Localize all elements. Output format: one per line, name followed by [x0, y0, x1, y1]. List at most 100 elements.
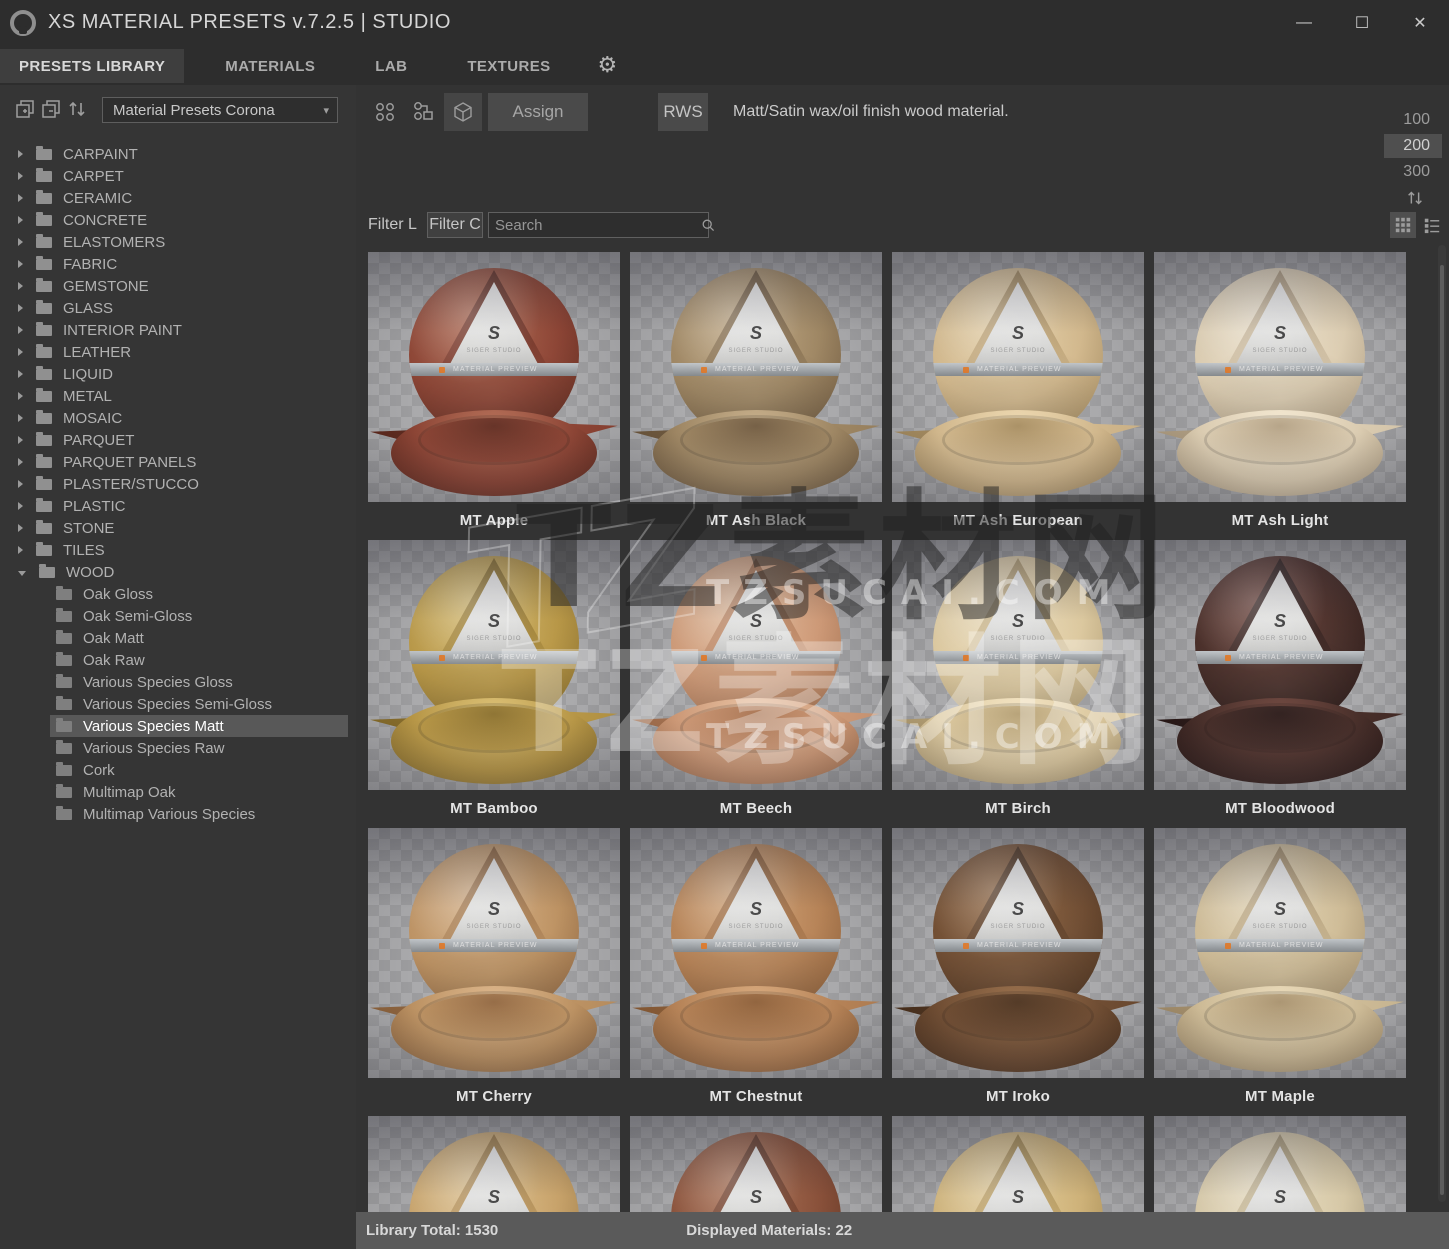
close-button[interactable]: ✕: [1391, 0, 1449, 45]
tree-item-oak-matt[interactable]: Oak Matt: [0, 627, 356, 649]
material-tile[interactable]: S SIGER STUDIO MATERIAL PREVIEW MT Birch: [892, 540, 1144, 828]
tree-category-glass[interactable]: GLASS: [0, 297, 356, 319]
chevron-collapsed-icon[interactable]: [18, 348, 23, 356]
material-tile[interactable]: S SIGER STUDIO MATERIAL PREVIEW MT Cherr…: [368, 828, 620, 1116]
material-preview-image: S SIGER STUDIO MATERIAL PREVIEW: [892, 828, 1144, 1078]
chevron-collapsed-icon[interactable]: [18, 480, 23, 488]
material-tile[interactable]: S SIGER STUDIO MATERIAL PREVIEW MT Iroko: [892, 828, 1144, 1116]
chevron-expanded-icon[interactable]: [18, 571, 26, 576]
tree-category-parquet[interactable]: PARQUET: [0, 429, 356, 451]
chevron-collapsed-icon[interactable]: [18, 238, 23, 246]
chevron-collapsed-icon[interactable]: [18, 392, 23, 400]
material-tile[interactable]: S SIGER STUDIO MATERIAL PREVIEW: [892, 1116, 1144, 1212]
tree-category-tiles[interactable]: TILES: [0, 539, 356, 561]
material-preview-image: S SIGER STUDIO MATERIAL PREVIEW: [368, 540, 620, 790]
tree-category-parquet-panels[interactable]: PARQUET PANELS: [0, 451, 356, 473]
size-option-300[interactable]: 300: [1384, 160, 1442, 184]
material-tile[interactable]: S SIGER STUDIO MATERIAL PREVIEW MT Chest…: [630, 828, 882, 1116]
folder-icon: [36, 193, 52, 204]
node-view-icon[interactable]: [404, 93, 442, 131]
tree-category-gemstone[interactable]: GEMSTONE: [0, 275, 356, 297]
material-tile[interactable]: S SIGER STUDIO MATERIAL PREVIEW: [630, 1116, 882, 1212]
tree-item-oak-raw[interactable]: Oak Raw: [0, 649, 356, 671]
siger-studio-text: SIGER STUDIO: [1236, 636, 1324, 642]
rws-button[interactable]: RWS: [658, 93, 708, 131]
vertical-scrollbar-thumb[interactable]: [1440, 265, 1444, 1195]
chevron-collapsed-icon[interactable]: [18, 282, 23, 290]
tree-category-concrete[interactable]: CONCRETE: [0, 209, 356, 231]
tree-category-elastomers[interactable]: ELASTOMERS: [0, 231, 356, 253]
collapse-all-icon[interactable]: [40, 98, 62, 120]
material-tile[interactable]: S SIGER STUDIO MATERIAL PREVIEW: [1154, 1116, 1406, 1212]
tab-materials[interactable]: MATERIALS: [206, 49, 334, 83]
tree-category-liquid[interactable]: LIQUID: [0, 363, 356, 385]
chevron-collapsed-icon[interactable]: [18, 524, 23, 532]
tree-category-plaster-stucco[interactable]: PLASTER/STUCCO: [0, 473, 356, 495]
chevron-collapsed-icon[interactable]: [18, 502, 23, 510]
tree-category-leather[interactable]: LEATHER: [0, 341, 356, 363]
chevron-collapsed-icon[interactable]: [18, 216, 23, 224]
material-tile[interactable]: S SIGER STUDIO MATERIAL PREVIEW: [368, 1116, 620, 1212]
folder-icon: [36, 501, 52, 512]
chevron-collapsed-icon[interactable]: [18, 150, 23, 158]
tree-category-plastic[interactable]: PLASTIC: [0, 495, 356, 517]
sort-materials-icon[interactable]: [1405, 188, 1425, 213]
material-tile[interactable]: S SIGER STUDIO MATERIAL PREVIEW MT Bambo…: [368, 540, 620, 828]
chevron-collapsed-icon[interactable]: [18, 546, 23, 554]
tree-item-various-species-matt[interactable]: Various Species Matt: [0, 715, 356, 737]
tree-category-wood[interactable]: WOOD: [0, 561, 356, 583]
material-tile[interactable]: S SIGER STUDIO MATERIAL PREVIEW MT Ash E…: [892, 252, 1144, 540]
chevron-collapsed-icon[interactable]: [18, 436, 23, 444]
material-tile[interactable]: S SIGER STUDIO MATERIAL PREVIEW MT Ash L…: [1154, 252, 1406, 540]
sort-tree-icon[interactable]: [66, 98, 88, 120]
chevron-collapsed-icon[interactable]: [18, 260, 23, 268]
tree-category-ceramic[interactable]: CERAMIC: [0, 187, 356, 209]
material-tile[interactable]: S SIGER STUDIO MATERIAL PREVIEW MT Maple: [1154, 828, 1406, 1116]
tree-category-fabric[interactable]: FABRIC: [0, 253, 356, 275]
tree-item-oak-gloss[interactable]: Oak Gloss: [0, 583, 356, 605]
preset-library-dropdown[interactable]: Material Presets Corona ▾: [102, 97, 338, 123]
chevron-collapsed-icon[interactable]: [18, 326, 23, 334]
chevron-collapsed-icon[interactable]: [18, 194, 23, 202]
tree-item-various-species-raw[interactable]: Various Species Raw: [0, 737, 356, 759]
tree-item-multimap-various-species[interactable]: Multimap Various Species: [0, 803, 356, 825]
material-tile[interactable]: S SIGER STUDIO MATERIAL PREVIEW MT Blood…: [1154, 540, 1406, 828]
tree-item-various-species-gloss[interactable]: Various Species Gloss: [0, 671, 356, 693]
tree-category-stone[interactable]: STONE: [0, 517, 356, 539]
chevron-collapsed-icon[interactable]: [18, 304, 23, 312]
material-tile[interactable]: S SIGER STUDIO MATERIAL PREVIEW MT Ash B…: [630, 252, 882, 540]
band-logo-dot: [1225, 655, 1231, 661]
tree-category-carpaint[interactable]: CARPAINT: [0, 143, 356, 165]
tree-category-mosaic[interactable]: MOSAIC: [0, 407, 356, 429]
filter-category-button[interactable]: Filter C: [427, 212, 483, 238]
tab-presets-library[interactable]: PRESETS LIBRARY: [0, 49, 184, 83]
tree-item-oak-semi-gloss[interactable]: Oak Semi-Gloss: [0, 605, 356, 627]
settings-gear-icon[interactable]: ⚙: [598, 53, 618, 78]
material-tile[interactable]: S SIGER STUDIO MATERIAL PREVIEW MT Beech: [630, 540, 882, 828]
grid-view-icon[interactable]: [1390, 212, 1416, 238]
tab-lab[interactable]: LAB: [356, 49, 426, 83]
tree-item-various-species-semi-gloss[interactable]: Various Species Semi-Gloss: [0, 693, 356, 715]
tree-item-cork[interactable]: Cork: [0, 759, 356, 781]
chevron-collapsed-icon[interactable]: [18, 414, 23, 422]
assign-button[interactable]: Assign: [488, 93, 588, 131]
minimize-button[interactable]: —: [1275, 0, 1333, 45]
maximize-button[interactable]: ☐: [1333, 0, 1391, 45]
search-input[interactable]: [489, 217, 700, 234]
size-option-100[interactable]: 100: [1384, 108, 1442, 132]
chevron-collapsed-icon[interactable]: [18, 458, 23, 466]
expand-all-icon[interactable]: [14, 98, 36, 120]
tree-category-interior-paint[interactable]: INTERIOR PAINT: [0, 319, 356, 341]
tab-textures[interactable]: TEXTURES: [448, 49, 569, 83]
tree-item-multimap-oak[interactable]: Multimap Oak: [0, 781, 356, 803]
material-tile[interactable]: S SIGER STUDIO MATERIAL PREVIEW MT Apple: [368, 252, 620, 540]
thumbnail-view-icon[interactable]: [366, 93, 404, 131]
tree-category-metal[interactable]: METAL: [0, 385, 356, 407]
tree-category-carpet[interactable]: CARPET: [0, 165, 356, 187]
chevron-collapsed-icon[interactable]: [18, 172, 23, 180]
material-description: Matt/Satin wax/oil finish wood material.: [733, 93, 1009, 131]
chevron-collapsed-icon[interactable]: [18, 370, 23, 378]
size-option-200[interactable]: 200: [1384, 134, 1442, 158]
list-view-icon[interactable]: [1419, 212, 1445, 238]
material-cube-icon[interactable]: [444, 93, 482, 131]
